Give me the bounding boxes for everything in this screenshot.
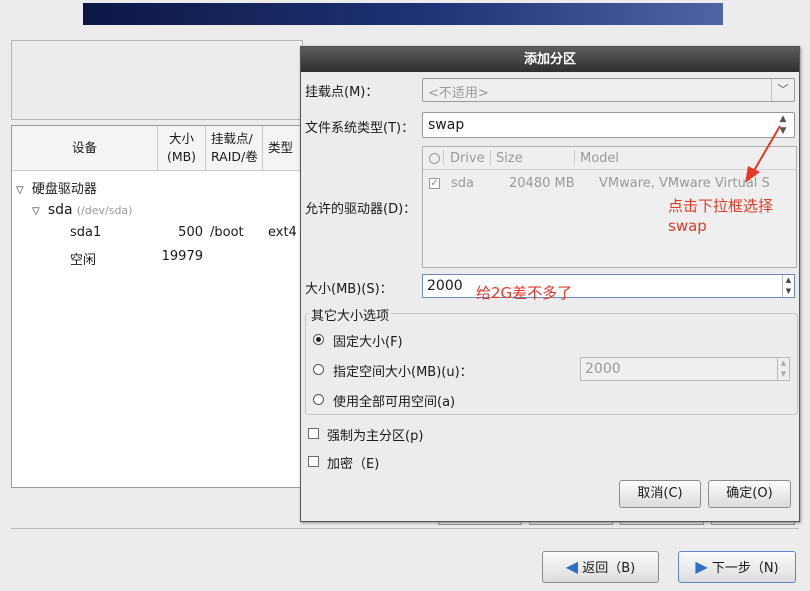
annotation-size-note: 给2G差不多了	[476, 284, 573, 302]
annotation-arrow	[751, 125, 781, 175]
arrowhead-icon	[745, 166, 760, 183]
annotation-dropdown-note: 点击下拉框选择	[668, 197, 774, 215]
annotation-dropdown-note-2: swap	[668, 217, 707, 235]
annotation-overlay	[745, 125, 781, 183]
